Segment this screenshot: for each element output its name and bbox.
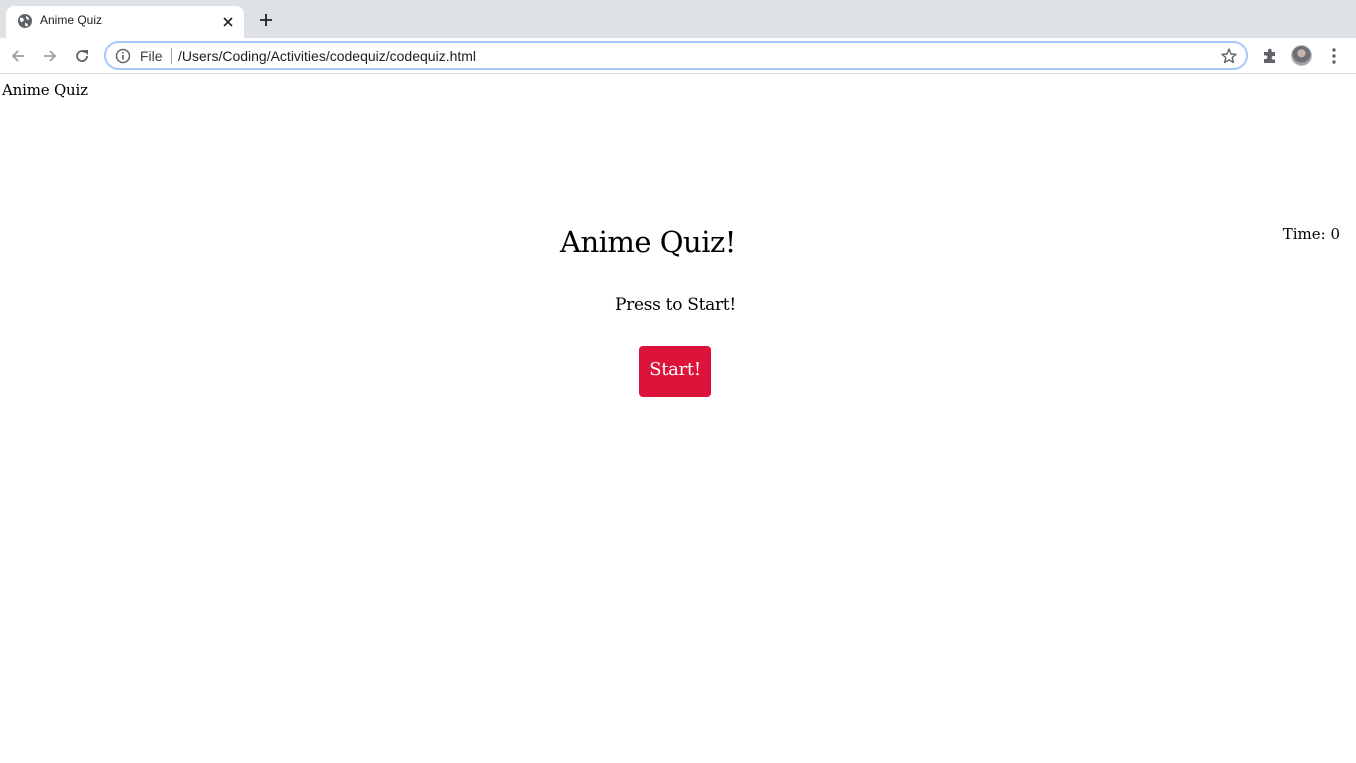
quiz-title: Anime Quiz! [560,225,736,259]
extensions-puzzle-icon[interactable] [1260,46,1280,66]
page-header-title: Anime Quiz [2,81,88,99]
timer-display: Time: 0 [1282,225,1340,243]
reload-icon[interactable] [70,44,94,68]
browser-toolbar: File /Users/Coding/Activities/codequiz/c… [0,38,1356,74]
globe-icon [17,13,33,29]
kebab-menu-icon[interactable] [1326,46,1342,66]
url-text[interactable]: /Users/Coding/Activities/codequiz/codequ… [178,48,476,64]
bookmark-star-icon[interactable] [1220,47,1238,65]
start-prompt: Press to Start! [615,295,736,315]
close-tab-icon[interactable] [220,14,236,30]
back-arrow-icon[interactable] [6,44,30,68]
profile-avatar[interactable] [1291,45,1312,66]
tab-title: Anime Quiz [40,13,103,27]
new-tab-plus-icon[interactable] [256,10,276,30]
tab-strip: Anime Quiz [0,0,1356,38]
browser-tab[interactable]: Anime Quiz [6,6,244,38]
url-scheme-label: File [140,48,163,64]
page-viewport: Anime Quiz Time: 0 Anime Quiz! Press to … [0,75,1356,763]
info-icon[interactable] [115,48,131,64]
forward-arrow-icon[interactable] [38,44,62,68]
start-button[interactable]: Start! [639,346,711,397]
address-bar[interactable]: File /Users/Coding/Activities/codequiz/c… [104,41,1248,70]
url-separator [171,48,172,64]
